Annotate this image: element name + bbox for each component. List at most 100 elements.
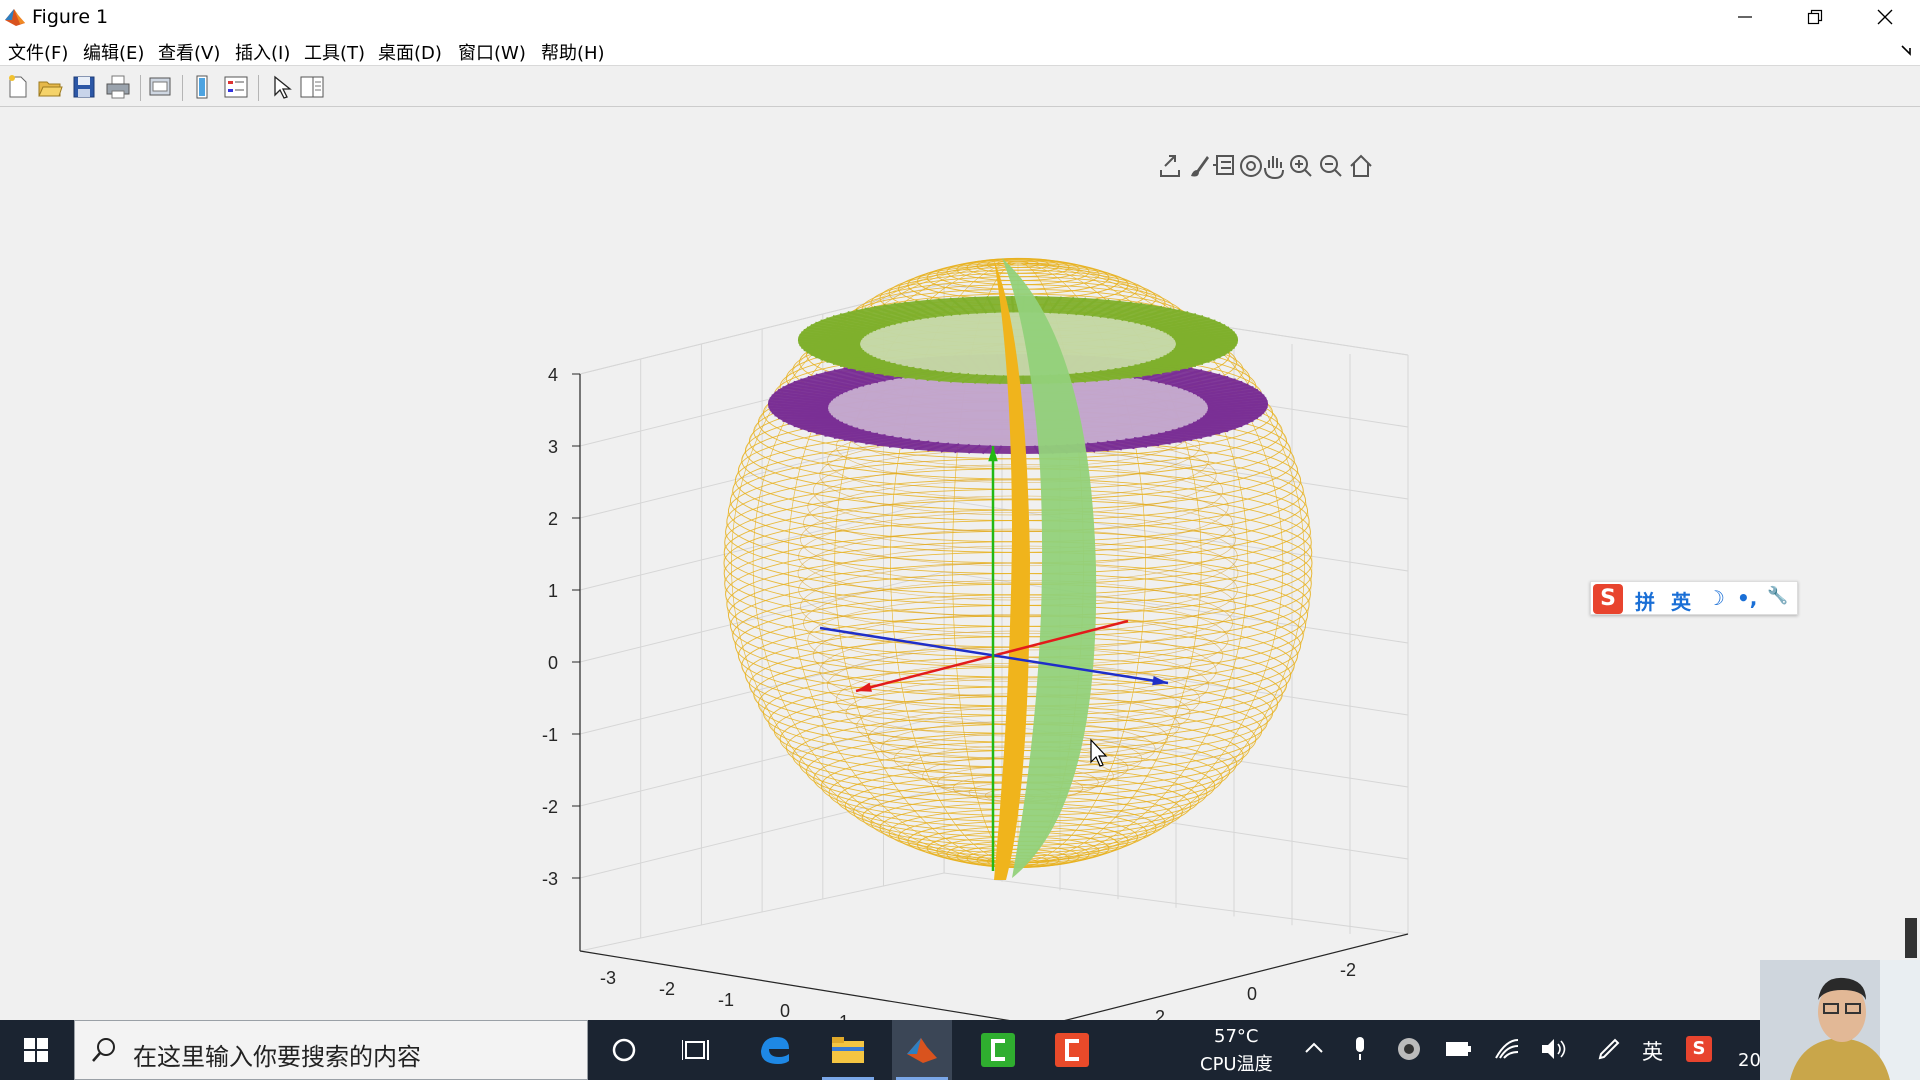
data-tips-icon[interactable] bbox=[1213, 155, 1234, 175]
matlab-icon bbox=[907, 1038, 937, 1063]
title-bar: Figure 1 bbox=[0, 0, 1920, 34]
pan-icon[interactable] bbox=[1264, 156, 1284, 180]
edge-icon bbox=[761, 1037, 789, 1064]
dock-arrow-icon[interactable] bbox=[1900, 44, 1912, 56]
restore-button[interactable] bbox=[1780, 0, 1850, 34]
axes-toolbar bbox=[1160, 154, 1372, 180]
recorder-icon bbox=[1055, 1033, 1089, 1067]
z-tick-label: 1 bbox=[548, 581, 558, 601]
sogou-tray-icon[interactable]: S bbox=[1686, 1036, 1712, 1062]
home-icon[interactable] bbox=[1350, 154, 1372, 177]
wifi-icon[interactable] bbox=[1494, 1036, 1520, 1062]
folder-icon bbox=[832, 1037, 864, 1063]
purple-band-spoke bbox=[1188, 423, 1243, 428]
chevron-up-icon[interactable] bbox=[1304, 1040, 1324, 1056]
y-tick-label: 0 bbox=[1247, 984, 1257, 1004]
green-band-spoke bbox=[815, 355, 873, 359]
minimize-icon bbox=[1738, 16, 1752, 18]
windows-icon bbox=[24, 1038, 48, 1062]
close-button[interactable] bbox=[1850, 0, 1920, 34]
x-tick-label: -2 bbox=[659, 979, 675, 999]
pointer-icon[interactable] bbox=[266, 73, 294, 101]
cortana-button[interactable] bbox=[594, 1020, 654, 1080]
ime-toolbar[interactable]: S 拼 英 ☽ •, 🔧 bbox=[1590, 581, 1798, 615]
z-tick-label: 2 bbox=[548, 509, 558, 529]
app-tray-icon[interactable] bbox=[1396, 1036, 1422, 1062]
ime-punct-icon[interactable]: •, bbox=[1737, 586, 1757, 610]
green-band-spoke bbox=[820, 356, 877, 361]
purple-band-spoke bbox=[1193, 421, 1249, 425]
z-tick-label: 0 bbox=[548, 653, 558, 673]
plot-area[interactable]: 43210-1-2-3-3-2-10123-202 bbox=[0, 108, 1920, 1020]
taskbar: 在这里输入你要搜索的内容 57°C CPU温度 英 S 20 bbox=[0, 1020, 1920, 1080]
menu-help[interactable]: 帮助(H) bbox=[541, 39, 605, 65]
window-title: Figure 1 bbox=[32, 6, 109, 28]
legend-icon[interactable] bbox=[222, 73, 250, 101]
menu-edit[interactable]: 编辑(E) bbox=[83, 39, 144, 65]
side-scroll-handle[interactable] bbox=[1905, 918, 1917, 958]
z-tick-label: -3 bbox=[542, 869, 558, 889]
toolbar-separator bbox=[258, 75, 259, 101]
close-icon bbox=[1877, 9, 1893, 25]
ime-mode-english[interactable]: 英 bbox=[1671, 586, 1691, 615]
menu-file[interactable]: 文件(F) bbox=[8, 39, 68, 65]
y-tick-label: -2 bbox=[1340, 960, 1356, 980]
toolbar-separator bbox=[182, 75, 183, 101]
green-band-spoke bbox=[1163, 355, 1221, 359]
cpu-temp-value: 57°C bbox=[1214, 1026, 1259, 1047]
z-tick-label: 4 bbox=[548, 365, 558, 385]
task-view-button[interactable] bbox=[666, 1020, 726, 1080]
rotate-3d-icon[interactable] bbox=[1240, 155, 1262, 177]
axis-line bbox=[579, 933, 1409, 1020]
zoom-out-icon[interactable] bbox=[1320, 155, 1342, 177]
y-tick-label: 2 bbox=[1155, 1007, 1165, 1020]
pen-icon[interactable] bbox=[1596, 1036, 1622, 1062]
taskbar-app-edge[interactable] bbox=[744, 1020, 804, 1080]
volume-icon[interactable] bbox=[1540, 1036, 1566, 1062]
export-icon[interactable] bbox=[1160, 155, 1180, 177]
z-tick-label: -1 bbox=[542, 725, 558, 745]
purple-band-spoke bbox=[793, 423, 848, 428]
brush-icon[interactable] bbox=[1191, 156, 1209, 177]
ime-mode-pinyin[interactable]: 拼 bbox=[1635, 586, 1655, 615]
green-band-spoke bbox=[806, 351, 867, 355]
minimize-button[interactable] bbox=[1710, 0, 1780, 34]
ime-moon-icon[interactable]: ☽ bbox=[1707, 586, 1725, 610]
cpu-temp-label: CPU温度 bbox=[1200, 1054, 1273, 1075]
print-icon[interactable] bbox=[104, 73, 132, 101]
ime-settings-icon[interactable]: 🔧 bbox=[1767, 586, 1788, 606]
colorbar-icon[interactable] bbox=[188, 73, 216, 101]
x-tick-label: -3 bbox=[600, 968, 616, 988]
clock-partial[interactable]: 20 bbox=[1738, 1050, 1761, 1071]
menu-desktop[interactable]: 桌面(D) bbox=[378, 39, 442, 65]
ime-language-indicator[interactable]: 英 bbox=[1642, 1036, 1663, 1066]
microphone-icon[interactable] bbox=[1352, 1036, 1368, 1062]
menu-window[interactable]: 窗口(W) bbox=[458, 39, 526, 65]
purple-band-spoke bbox=[1203, 414, 1262, 418]
zoom-in-icon[interactable] bbox=[1290, 155, 1312, 177]
x-tick-label: 1 bbox=[839, 1012, 849, 1020]
menu-view[interactable]: 查看(V) bbox=[158, 39, 220, 65]
taskbar-search[interactable]: 在这里输入你要搜索的内容 bbox=[74, 1020, 588, 1080]
start-button[interactable] bbox=[0, 1020, 72, 1080]
taskbar-app-matlab[interactable] bbox=[892, 1020, 952, 1080]
green-band-spoke bbox=[1169, 351, 1230, 355]
menu-tools[interactable]: 工具(T) bbox=[304, 39, 365, 65]
new-figure-icon[interactable] bbox=[4, 73, 32, 101]
search-icon bbox=[92, 1038, 115, 1062]
open-file-icon[interactable] bbox=[36, 73, 64, 101]
taskbar-app-camtasia-green[interactable] bbox=[968, 1020, 1028, 1080]
print-preview-icon[interactable] bbox=[146, 73, 174, 101]
battery-icon[interactable] bbox=[1444, 1038, 1472, 1060]
purple-band-spoke bbox=[787, 421, 843, 425]
x-tick-label: 0 bbox=[780, 1001, 790, 1020]
taskbar-app-explorer[interactable] bbox=[818, 1020, 878, 1080]
figure-toolbar bbox=[0, 67, 1920, 107]
figure-canvas[interactable]: 43210-1-2-3-3-2-10123-202 S 拼 英 ☽ •, 🔧 bbox=[0, 108, 1920, 1020]
presenter-image bbox=[1760, 960, 1920, 1080]
save-icon[interactable] bbox=[70, 73, 98, 101]
menu-insert[interactable]: 插入(I) bbox=[235, 39, 290, 65]
property-inspector-icon[interactable] bbox=[298, 73, 326, 101]
taskbar-app-camtasia-red[interactable] bbox=[1042, 1020, 1102, 1080]
sogou-logo[interactable]: S bbox=[1593, 584, 1623, 614]
